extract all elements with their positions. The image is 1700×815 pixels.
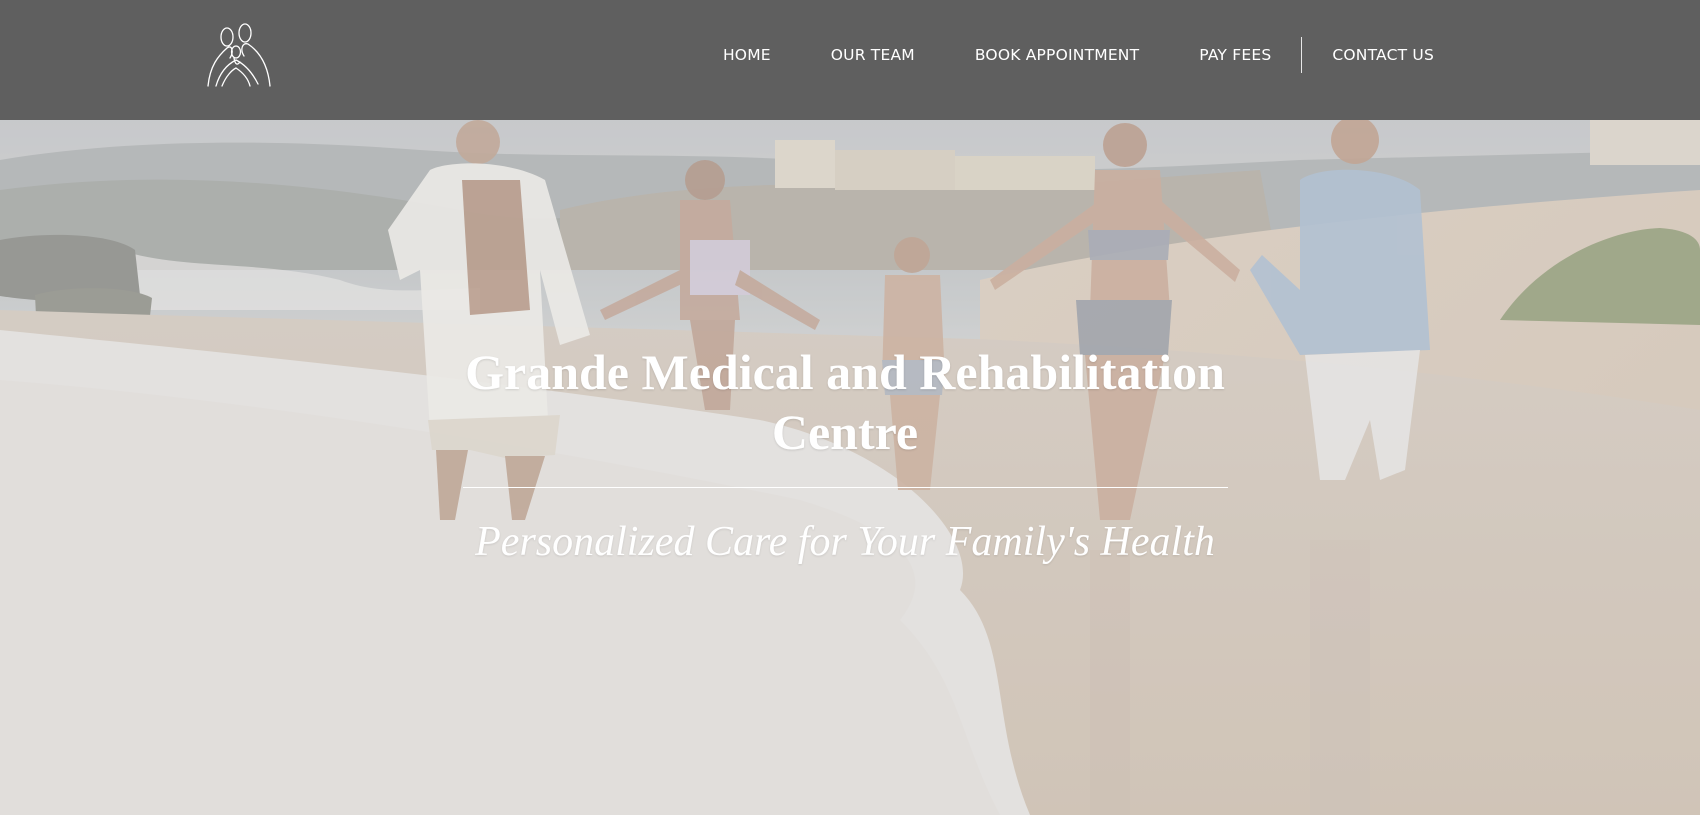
hero-overlay	[0, 120, 1700, 815]
page: HOME OUR TEAM BOOK APPOINTMENT PAY FEES …	[0, 0, 1700, 815]
nav-contact-us[interactable]: CONTACT US	[1302, 46, 1464, 64]
hero-section: Grande Medical and Rehabilitation Centre…	[0, 120, 1700, 815]
family-embrace-logo-icon	[207, 23, 271, 87]
site-header: HOME OUR TEAM BOOK APPOINTMENT PAY FEES …	[0, 0, 1700, 120]
hero-subtitle: Personalized Care for Your Family's Heal…	[475, 519, 1215, 565]
hero-title: Grande Medical and Rehabilitation Centre	[465, 344, 1225, 460]
logo-link[interactable]	[204, 22, 274, 90]
nav-home[interactable]: HOME	[693, 46, 801, 64]
nav-pay-fees[interactable]: PAY FEES	[1169, 46, 1301, 64]
nav-book-appointment[interactable]: BOOK APPOINTMENT	[945, 46, 1169, 64]
nav-our-team[interactable]: OUR TEAM	[801, 46, 945, 64]
hero-divider	[463, 487, 1228, 488]
main-nav: HOME OUR TEAM BOOK APPOINTMENT PAY FEES …	[693, 37, 1464, 73]
